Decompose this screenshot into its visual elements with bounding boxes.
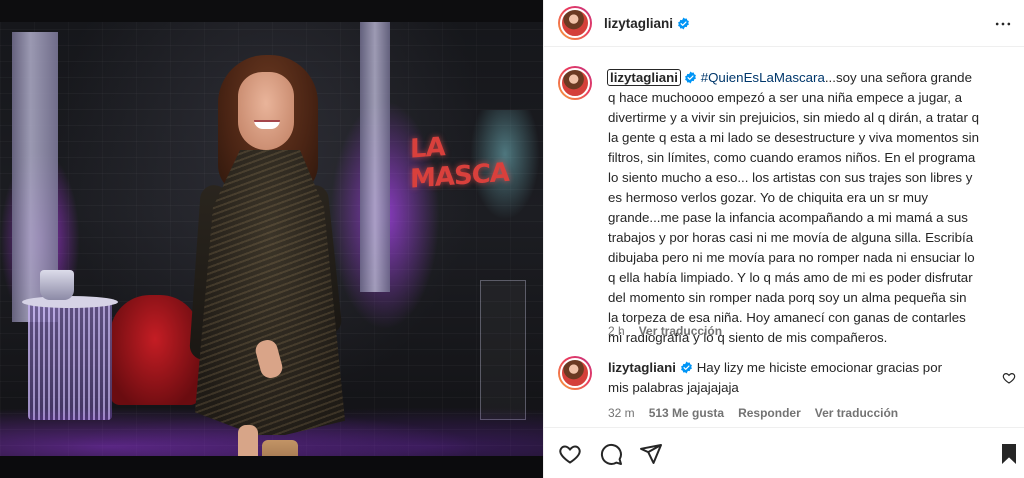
bookmark-icon[interactable] — [997, 442, 1021, 466]
header-username[interactable]: lizytagliani — [604, 16, 673, 31]
stage-pillar-right — [360, 22, 390, 292]
post-photo[interactable]: LA MASCA — [0, 0, 543, 478]
caption-hashtag[interactable]: #QuienEsLaMascara — [701, 70, 825, 85]
photo-top-band — [0, 0, 543, 22]
comment-meta: 32 m 513 Me gusta Responder Ver traducci… — [608, 406, 898, 420]
caption-username[interactable]: lizytagliani — [607, 69, 681, 86]
share-icon[interactable] — [639, 442, 663, 466]
heart-icon[interactable] — [558, 442, 582, 466]
avatar[interactable] — [558, 66, 592, 100]
comment-text-block: lizytagliani Hay lizy me hiciste emocion… — [608, 358, 958, 398]
caption-time[interactable]: 2 h — [608, 324, 625, 338]
comment-icon[interactable] — [599, 442, 623, 466]
person-face — [238, 72, 294, 150]
avatar[interactable] — [558, 356, 592, 390]
comment-username[interactable]: lizytagliani — [608, 360, 676, 375]
caption-meta: 2 h Ver traducción — [608, 324, 722, 338]
more-horizontal-icon[interactable] — [993, 14, 1013, 34]
photo-bottom-band — [0, 456, 543, 478]
comment-translate-link[interactable]: Ver traducción — [815, 406, 898, 420]
red-chair — [110, 295, 200, 405]
caption-text-block: lizytagliani #QuienEsLaMascara...soy una… — [607, 68, 980, 348]
comment-like-icon[interactable] — [1002, 371, 1016, 385]
caption-body: ...soy una señora grande q hace muchoooo… — [608, 70, 980, 345]
caption-translate-link[interactable]: Ver traducción — [639, 324, 722, 338]
verified-badge-icon — [685, 71, 696, 84]
glass-stand — [480, 280, 526, 420]
post-sidebar: lizytagliani lizytagliani #QuienEsLaMasc… — [543, 0, 1024, 478]
comment-reply-button[interactable]: Responder — [738, 406, 801, 420]
comment-time[interactable]: 32 m — [608, 406, 635, 420]
show-sign: LA MASCA — [410, 132, 509, 195]
comment-likes[interactable]: 513 Me gusta — [649, 406, 724, 420]
avatar[interactable] — [558, 6, 592, 40]
verified-badge-icon — [678, 17, 689, 29]
action-bar — [544, 427, 1024, 478]
ice-bucket — [40, 270, 74, 300]
verified-badge-icon — [681, 361, 692, 374]
post-header: lizytagliani — [544, 0, 1024, 47]
